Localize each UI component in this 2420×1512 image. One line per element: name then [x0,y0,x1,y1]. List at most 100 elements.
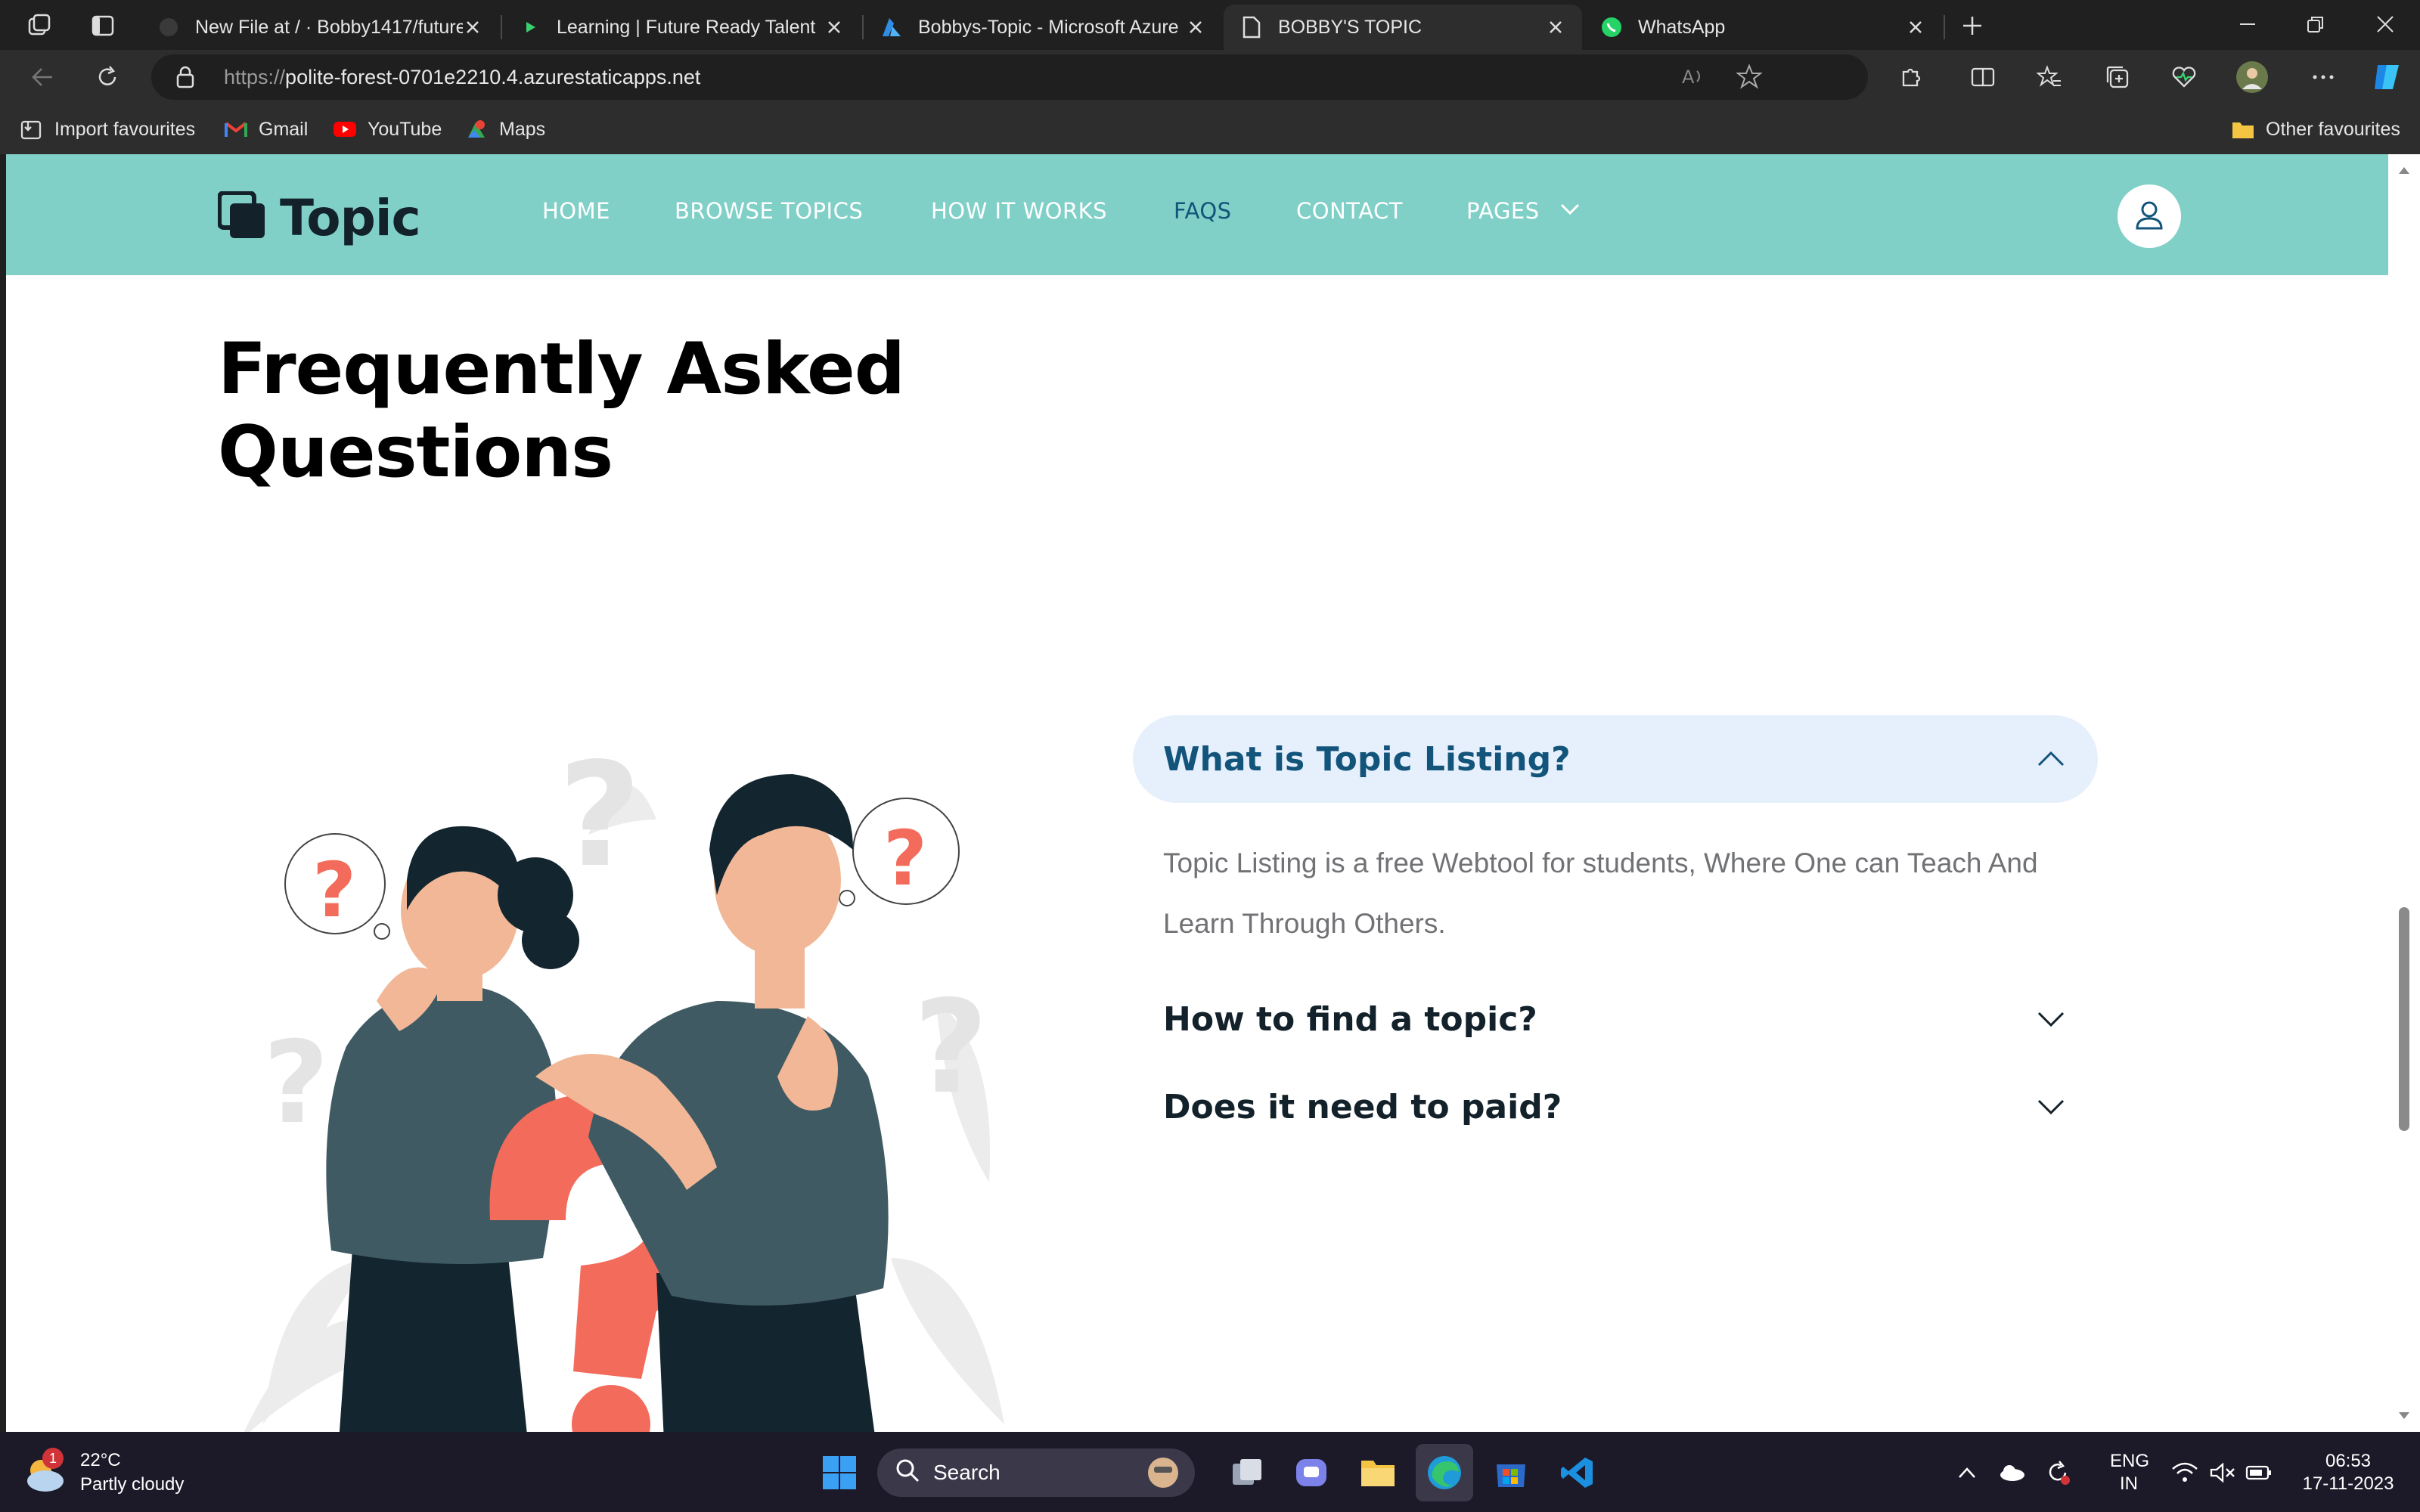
windows-taskbar: 1 22°C Partly cloudy Search ENG IN 06:53… [0,1432,2420,1512]
svg-text:?: ? [263,1018,329,1149]
search-icon [895,1458,920,1488]
scroll-down-arrow-icon[interactable] [2397,1411,2411,1425]
faq-question-topic-listing[interactable]: What is Topic Listing? [1133,715,2098,803]
wifi-icon[interactable] [2166,1444,2204,1501]
restore-icon[interactable] [2281,0,2350,48]
azure-icon [880,16,903,39]
sync-icon[interactable] [2039,1444,2077,1501]
weather-cloud-icon: 1 [23,1448,67,1495]
close-tab-icon[interactable] [824,17,844,37]
chevron-down-icon[interactable] [1559,201,1581,222]
logo-text: Topic [280,189,421,247]
edge-browser-icon[interactable] [1416,1444,1473,1501]
fav-label: Import favourites [54,118,196,140]
extensions-icon[interactable] [1892,59,1928,95]
weather-desc: Partly cloudy [80,1474,185,1495]
scrollbar-thumb[interactable] [2399,907,2409,1131]
maps-link[interactable]: Maps [464,113,545,145]
nav-home[interactable]: HOME [542,198,610,224]
tab-learning[interactable]: Learning | Future Ready Talent [502,6,861,48]
page-scrollbar[interactable] [2388,154,2420,1432]
lang-line1: ENG [2110,1451,2150,1471]
volume-muted-icon[interactable] [2204,1444,2242,1501]
other-favourites-link[interactable]: Other favourites [2231,113,2400,145]
fav-label: Maps [499,118,546,140]
faq-question-text: How to find a topic? [1163,999,1537,1039]
tab-divider [1944,15,1945,39]
close-window-icon[interactable] [2350,0,2420,48]
svg-text:A: A [1682,67,1695,88]
taskbar-search[interactable]: Search [877,1448,1195,1497]
faq-illustration: ? ? ? ? ? [233,593,1035,1432]
address-bar[interactable]: https://polite-forest-0701e2210.4.azures… [151,54,1868,100]
tab-azure[interactable]: Bobbys-Topic - Microsoft Azure [864,6,1222,48]
task-view-icon[interactable] [1218,1444,1275,1501]
microsoft-store-icon[interactable] [1482,1444,1540,1501]
url-text[interactable]: https://polite-forest-0701e2210.4.azures… [224,54,700,100]
profile-avatar[interactable] [2234,59,2270,95]
weather-badge: 1 [42,1448,64,1469]
weather-text: 22°C Partly cloudy [80,1448,184,1497]
chevron-up-icon[interactable] [2034,742,2068,776]
lock-icon[interactable] [175,65,195,93]
youtube-link[interactable]: YouTube [333,113,442,145]
more-options-icon[interactable] [2305,59,2341,95]
nav-how-it-works[interactable]: HOW IT WORKS [931,198,1107,224]
site-logo[interactable]: Topic [217,189,421,247]
close-tab-icon[interactable] [1546,17,1565,37]
tab-title: Learning | Future Ready Talent [557,16,816,38]
collections-icon[interactable] [2099,59,2136,95]
favorite-star-icon[interactable] [1736,64,1763,93]
tab-bobbys-topic[interactable]: BOBBY'S TOPIC [1224,5,1582,50]
favorites-icon[interactable] [2031,59,2068,95]
scroll-up-arrow-icon[interactable] [2397,165,2411,179]
nav-pages[interactable]: PAGES [1466,198,1540,224]
teams-chat-icon[interactable] [1283,1444,1340,1501]
page-icon [1240,16,1263,39]
language-indicator[interactable]: ENG IN [2110,1450,2150,1495]
tab-title: WhatsApp [1638,16,1726,38]
read-aloud-icon[interactable]: A [1680,65,1706,93]
whatsapp-icon [1600,16,1623,39]
refresh-icon[interactable] [89,59,126,95]
close-tab-icon[interactable] [463,17,482,37]
page-title-line1: Frequently Asked [218,328,905,411]
browser-essentials-icon[interactable] [2166,59,2202,95]
minimize-icon[interactable] [2213,0,2282,48]
svg-text:?: ? [558,732,641,899]
weather-widget[interactable]: 1 22°C Partly cloudy [23,1447,184,1498]
gmail-link[interactable]: Gmail [224,113,308,145]
gmail-icon [224,117,248,141]
chevron-down-icon[interactable] [2034,1002,2068,1036]
page-title: Frequently Asked Questions [218,328,905,494]
nav-contact[interactable]: CONTACT [1296,198,1403,224]
vscode-icon[interactable] [1549,1444,1606,1501]
close-tab-icon[interactable] [1186,17,1205,37]
new-tab-icon[interactable] [1954,8,1990,44]
close-tab-icon[interactable] [1906,17,1925,37]
onedrive-cloud-icon[interactable] [1993,1444,2031,1501]
nav-browse-topics[interactable]: BROWSE TOPICS [675,198,863,224]
back-arrow-icon[interactable] [24,59,60,95]
chevron-up-icon[interactable] [1948,1444,1986,1501]
faq-question-need-paid[interactable]: Does it need to paid? [1133,1063,2098,1151]
chevron-down-icon[interactable] [2034,1090,2068,1123]
tab-github[interactable]: New File at / · Bobby1417/future [141,6,499,48]
nav-faqs[interactable]: FAQS [1174,198,1232,224]
copilot-icon[interactable] [2369,59,2405,95]
url-protocol: https:// [224,66,286,88]
clock[interactable]: 06:53 17-11-2023 [2291,1450,2405,1495]
start-button[interactable] [811,1444,868,1501]
battery-icon[interactable] [2240,1444,2278,1501]
folder-icon [2231,117,2255,141]
split-screen-icon[interactable] [1965,59,2001,95]
faq-question-find-topic[interactable]: How to find a topic? [1133,975,2098,1063]
tab-whatsapp[interactable]: WhatsApp [1584,6,1942,48]
fav-label: Other favourites [2266,118,2400,140]
file-explorer-icon[interactable] [1349,1444,1407,1501]
vertical-tabs-icon[interactable] [85,8,121,44]
user-account-button[interactable] [2118,184,2181,248]
import-favourites-link[interactable]: Import favourites [20,113,195,145]
workspaces-icon[interactable] [21,8,57,44]
search-highlight-icon [1143,1453,1183,1498]
